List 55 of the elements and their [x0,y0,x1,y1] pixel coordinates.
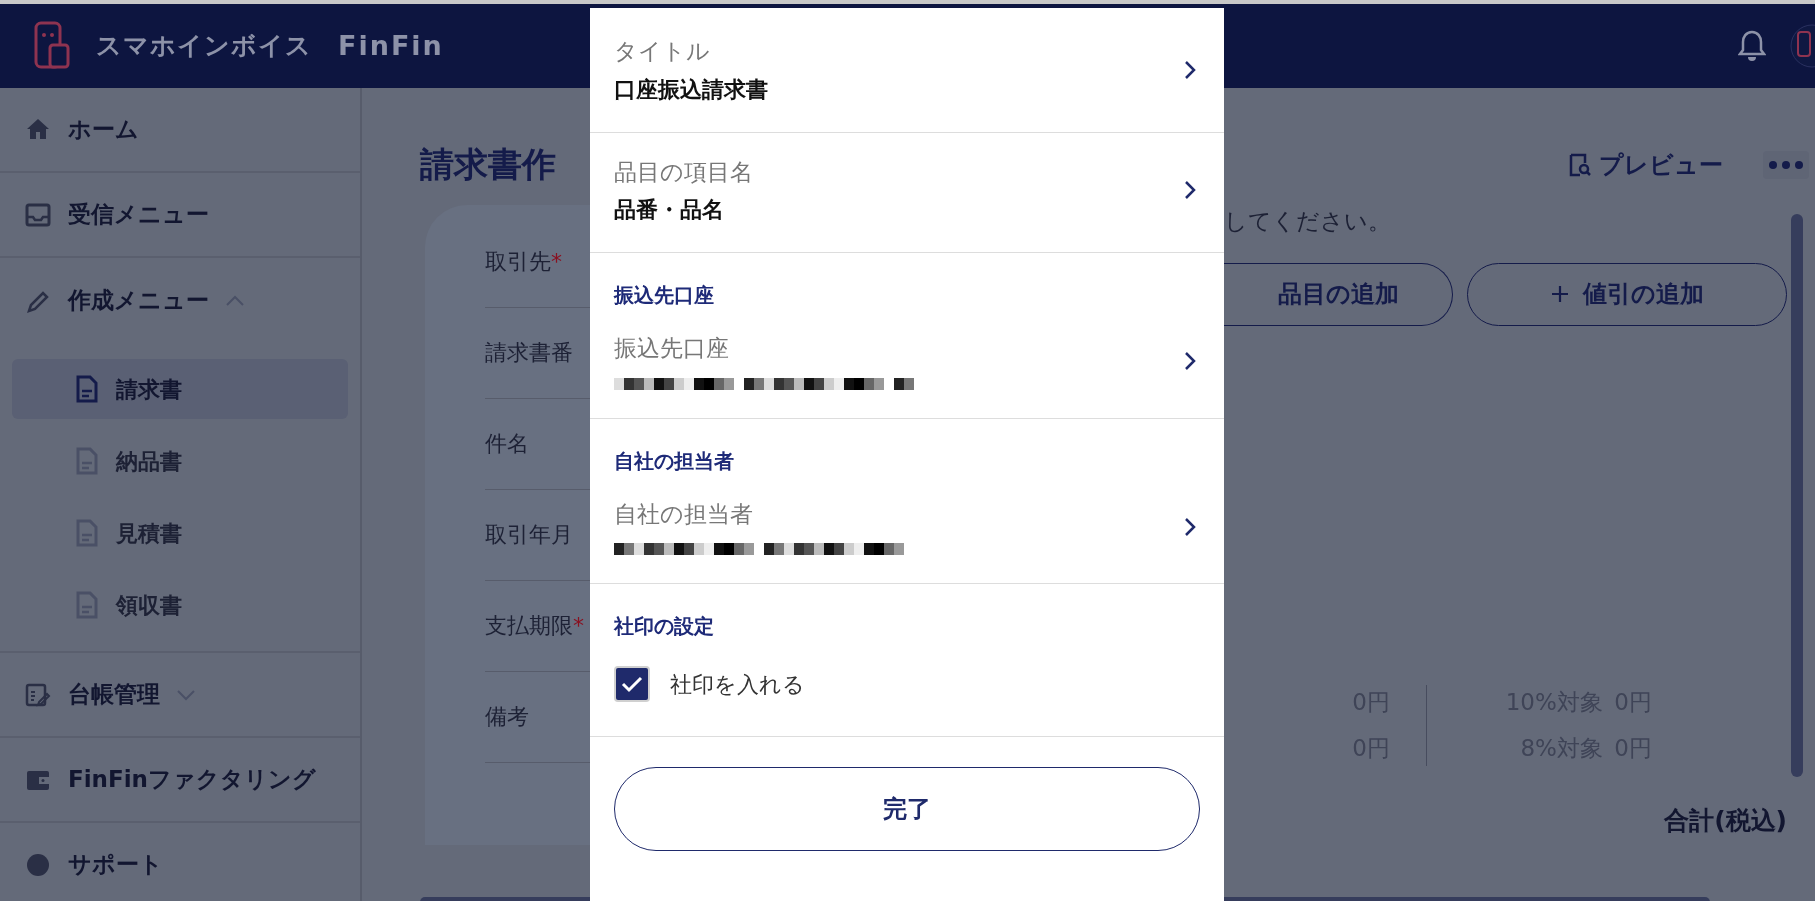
menu-item[interactable]: サポート [0,823,360,901]
more-menu-button[interactable] [1763,151,1809,179]
setting-label: タイトル [614,37,711,66]
document-search-icon [1569,153,1591,177]
document-icon [76,591,98,619]
brand-subname: FinFin [338,28,444,63]
plus-icon [1550,285,1569,303]
field-label: 支払期限* [485,612,584,641]
submenu-item[interactable]: 請求書 [12,359,348,419]
section-heading: 振込先口座 [614,282,715,307]
setting-row[interactable]: 品目の項目名 品番・品名 [614,132,1224,252]
menu-item[interactable]: FinFinファクタリング [0,738,360,823]
total-label: 合計(税込) [1664,804,1787,837]
done-button[interactable]: 完了 [614,767,1200,851]
brand-name: スマホインボイス [96,30,312,63]
menu-item[interactable]: ホーム [0,88,360,173]
submenu-item[interactable]: 納品書 [12,431,348,491]
chevron-right-icon [1184,516,1196,537]
chevron-right-icon [1184,180,1196,201]
scrollbar[interactable] [1791,214,1803,777]
chevron-right-icon [1184,351,1196,372]
field-label: 取引先* [485,248,562,277]
document-icon [76,375,98,403]
check-icon [621,675,643,693]
menu-group[interactable]: 作成メニュー [0,258,360,343]
checkbox-label: 社印を入れる [670,670,805,699]
setting-row[interactable]: 振込先口座 [614,307,1224,418]
notification-bell-icon[interactable] [1738,30,1766,62]
document-icon [76,447,98,475]
menu-item[interactable]: 受信メニュー [0,173,360,258]
setting-row[interactable]: タイトル 口座振込請求書 [614,8,1224,132]
field-label: 備考 [485,703,529,732]
field-label: 取引年月 [485,521,573,550]
menu-group[interactable]: 台帳管理 [0,653,360,738]
checkbox[interactable] [614,666,650,702]
section-heading: 自社の担当者 [614,447,735,473]
submenu-item[interactable]: 領収書 [12,575,348,635]
setting-label: 自社の担当者 [614,499,754,529]
section-heading: 社印の設定 [614,613,715,638]
field-label: 件名 [485,430,529,459]
submenu-item[interactable]: 見積書 [12,503,348,563]
page-title: 請求書作 [420,144,557,185]
setting-value: 品番・品名 [614,196,725,224]
app-logo-icon [34,21,72,71]
hint-text: してください。 [1224,207,1392,236]
chevron-right-icon [1184,59,1196,80]
setting-label: 振込先口座 [614,334,730,363]
setting-label: 品目の項目名 [614,157,753,187]
chevron-icon [176,688,196,701]
setting-value: 口座振込請求書 [614,75,768,104]
preview-button[interactable]: プレビュー [1569,147,1723,183]
document-icon [76,519,98,547]
field-label: 請求書番 [485,339,573,368]
setting-row[interactable]: 自社の担当者 [614,472,1224,583]
chevron-icon [225,294,245,307]
